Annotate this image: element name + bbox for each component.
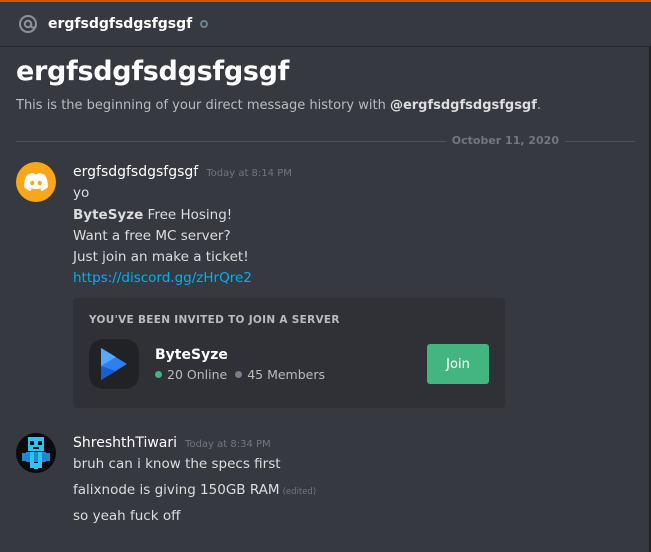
header-username[interactable]: ergfsdgfsdgsfgsgf xyxy=(48,16,192,32)
online-dot-icon xyxy=(155,370,162,378)
server-name[interactable]: ByteSyze xyxy=(155,347,325,363)
dm-welcome-subtitle: This is the beginning of your direct mes… xyxy=(16,98,541,113)
message-line: falixnode is giving 150GB RAM (edited) xyxy=(73,482,316,498)
message-header: ergfsdgfsdgsfgsgf Today at 8:14 PM xyxy=(73,164,292,180)
invite-header: YOU'VE BEEN INVITED TO JOIN A SERVER xyxy=(89,314,340,326)
welcome-subtitle-suffix: . xyxy=(536,98,542,113)
invite-link[interactable]: https://discord.gg/zHrQre2 xyxy=(73,270,292,286)
message-line: Want a free MC server? xyxy=(73,228,231,244)
message-line: bruh can i know the specs first xyxy=(73,456,281,472)
join-button[interactable]: Join xyxy=(427,344,489,384)
message-header: ShreshthTiwari Today at 8:34 PM xyxy=(73,435,316,451)
server-info: ByteSyze 20 Online 45 Members xyxy=(155,347,325,382)
message-timestamp: Today at 8:34 PM xyxy=(185,439,271,450)
channel-header: ergfsdgfsdgsfgsgf xyxy=(0,2,651,46)
message-author[interactable]: ShreshthTiwari xyxy=(73,435,177,451)
discord-logo-icon xyxy=(16,162,56,202)
message-line: ByteSyze Free Hosing! xyxy=(73,207,292,223)
date-divider: October 11, 2020 xyxy=(16,134,635,147)
avatar[interactable] xyxy=(16,162,56,202)
message-line: so yeah fuck off xyxy=(73,508,181,524)
message-timestamp: Today at 8:14 PM xyxy=(206,168,292,179)
bytesyze-play-icon[interactable] xyxy=(89,339,139,389)
pixel-skull-avatar-icon xyxy=(16,433,56,473)
member-count: 45 Members xyxy=(247,366,326,382)
at-icon xyxy=(16,12,40,36)
server-counts: 20 Online 45 Members xyxy=(155,367,325,382)
edited-tag: (edited) xyxy=(282,487,317,497)
dm-welcome-title: ergfsdgfsdgsfgsgf xyxy=(16,56,290,87)
offline-status-icon xyxy=(200,20,209,28)
message-text: falixnode is giving 150GB RAM xyxy=(73,482,280,498)
message-text: Free Hosing! xyxy=(143,207,233,223)
members-dot-icon xyxy=(235,370,243,378)
message-group: ShreshthTiwari Today at 8:34 PM bruh can… xyxy=(73,435,316,524)
message-group: ergfsdgfsdgsfgsgf Today at 8:14 PM yo By… xyxy=(73,164,292,286)
server-invite-card: YOU'VE BEEN INVITED TO JOIN A SERVER Byt… xyxy=(73,298,505,408)
message-line: yo xyxy=(73,185,90,201)
avatar[interactable] xyxy=(16,433,56,473)
message-line: Just join an make a ticket! xyxy=(73,249,249,265)
message-author[interactable]: ergfsdgfsdgsfgsgf xyxy=(73,164,198,180)
welcome-subtitle-prefix: This is the beginning of your direct mes… xyxy=(16,98,390,113)
divider-date: October 11, 2020 xyxy=(445,134,565,147)
online-count: 20 Online xyxy=(167,366,228,382)
message-bold-text: ByteSyze xyxy=(73,207,144,223)
invite-row: ByteSyze 20 Online 45 Members Join xyxy=(89,339,489,389)
welcome-subtitle-user[interactable]: @ergfsdgfsdgsfgsgf xyxy=(390,98,537,113)
